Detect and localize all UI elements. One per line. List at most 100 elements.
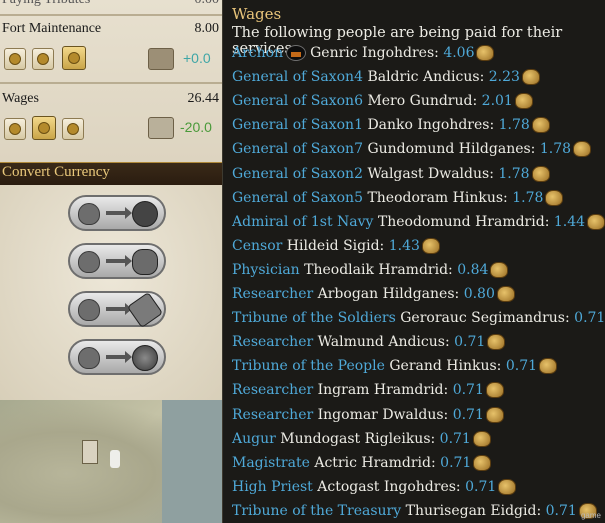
- entry-role[interactable]: Tribune of the People: [232, 355, 385, 377]
- entry-role[interactable]: Researcher: [232, 283, 313, 305]
- entry-role[interactable]: Researcher: [232, 331, 313, 353]
- entry-role[interactable]: General of Saxon2: [232, 163, 363, 185]
- entry-wage-amount: 0.71: [452, 382, 484, 399]
- convert-currency-panel: [0, 185, 222, 400]
- entry-character-name[interactable]: Theodoram Hinkus:: [367, 187, 507, 209]
- entry-wage-amount: 1.43: [388, 237, 420, 254]
- entry-role[interactable]: Researcher: [232, 404, 313, 426]
- convert-to-oratory-button[interactable]: [68, 291, 166, 329]
- laurel-wreath-icon: [132, 249, 158, 275]
- wage-entry: Researcher Arbogan Hildganes: 0.80: [232, 283, 515, 305]
- fort-high-funding-button[interactable]: [62, 46, 86, 70]
- entry-role[interactable]: Tribune of the Treasury: [232, 500, 401, 522]
- entry-character-name[interactable]: Gundomund Hildganes:: [367, 138, 535, 160]
- entry-character-name[interactable]: Thurisegan Eidgid:: [406, 500, 542, 522]
- arrow-right-icon: [106, 303, 132, 315]
- entry-character-name[interactable]: Actric Hramdrid:: [314, 452, 435, 474]
- wages-medium-button[interactable]: [32, 116, 56, 140]
- gold-coins-icon: [490, 261, 509, 278]
- entry-character-name[interactable]: Theodlaik Hramdrid:: [304, 259, 453, 281]
- entry-role[interactable]: Augur: [232, 428, 276, 450]
- gold-coins-icon: [472, 430, 491, 447]
- economy-panel: Paying Tributes 0.00 Fort Maintenance 8.…: [0, 0, 222, 162]
- entry-role[interactable]: Archon: [232, 42, 283, 64]
- entry-wage-amount: 0.71: [505, 358, 538, 375]
- entry-wage-amount: 0.80: [463, 286, 495, 302]
- entry-role[interactable]: General of Saxon4: [232, 66, 363, 88]
- wage-entry: Researcher Ingram Hramdrid: 0.71: [232, 379, 504, 401]
- entry-character-name[interactable]: Walmund Andicus:: [318, 331, 450, 353]
- wage-entry: Tribune of the Soldiers Gerorauc Segiman…: [232, 307, 605, 329]
- entry-wage-amount: 1.78: [539, 141, 572, 158]
- entry-wage-amount: 0.71: [439, 430, 471, 447]
- wage-entry: Researcher Walmund Andicus: 0.71: [232, 331, 506, 353]
- wages-high-button[interactable]: [62, 118, 84, 140]
- entry-role[interactable]: General of Saxon6: [232, 90, 363, 112]
- wage-entry: Researcher Ingomar Dwaldus: 0.71: [232, 404, 504, 426]
- character-trait-icon: [286, 45, 307, 61]
- money-bag-icon: [78, 347, 100, 369]
- convert-currency-title: Convert Currency: [2, 164, 110, 180]
- entry-wage-amount: 0.71: [454, 334, 486, 351]
- arrow-right-icon: [106, 207, 132, 219]
- entry-role[interactable]: Researcher: [232, 379, 313, 401]
- entry-wage-amount: 0.71: [465, 478, 497, 495]
- convert-to-civic-button[interactable]: [68, 243, 166, 279]
- entry-character-name[interactable]: Ingram Hramdrid:: [318, 379, 449, 401]
- fort-maintenance-label: Fort Maintenance: [2, 21, 102, 36]
- gold-coins-icon: [521, 69, 540, 86]
- entry-character-name[interactable]: Mero Gundrud:: [367, 90, 477, 112]
- entry-role[interactable]: Tribune of the Soldiers: [232, 307, 396, 329]
- convert-to-religious-button[interactable]: [68, 339, 166, 375]
- entry-character-name[interactable]: Arbogan Hildganes:: [318, 283, 460, 305]
- entry-wage-amount: 0.71: [545, 502, 577, 519]
- entry-role[interactable]: General of Saxon7: [232, 138, 363, 160]
- entry-wage-amount: 0.84: [457, 261, 489, 278]
- entry-character-name[interactable]: Theodomund Hramdrid:: [378, 211, 550, 233]
- entry-role[interactable]: Censor: [232, 235, 282, 257]
- entry-character-name[interactable]: Gerand Hinkus:: [389, 355, 501, 377]
- coin-icon: [9, 53, 21, 65]
- entry-character-name[interactable]: Walgast Dwaldus:: [367, 163, 493, 185]
- entry-character-name[interactable]: Baldric Andicus:: [367, 66, 484, 88]
- entry-character-name[interactable]: Gerorauc Segimandrus:: [400, 307, 569, 329]
- entry-role[interactable]: General of Saxon1: [232, 114, 363, 136]
- wage-entry: Physician Theodlaik Hramdrid: 0.84: [232, 259, 509, 281]
- entry-character-name[interactable]: Mundogast Rigleikus:: [280, 428, 435, 450]
- convert-to-military-button[interactable]: [68, 195, 166, 231]
- wages-value: 26.44: [187, 91, 220, 106]
- military-helmet-icon: [132, 201, 158, 227]
- wage-entry: Archon Genric Ingohdres: 4.06: [232, 42, 495, 64]
- gold-coins-icon: [473, 454, 492, 471]
- entry-role[interactable]: General of Saxon5: [232, 187, 363, 209]
- fort-medium-funding-button[interactable]: [32, 48, 54, 70]
- entry-character-name[interactable]: Actogast Ingohdres:: [317, 476, 460, 498]
- city-building-icon[interactable]: [82, 440, 98, 464]
- coins-stack-icon: [67, 123, 79, 135]
- fort-low-funding-button[interactable]: [4, 48, 26, 70]
- wage-entry: High Priest Actogast Ingohdres: 0.71: [232, 476, 517, 498]
- entry-character-name[interactable]: Genric Ingohdres:: [310, 42, 439, 64]
- entry-wage-amount: 4.06: [443, 45, 475, 61]
- wage-entry: General of Saxon4 Baldric Andicus: 2.23: [232, 66, 540, 88]
- divider: [0, 82, 222, 84]
- entry-wage-amount: 1.78: [498, 165, 530, 182]
- entry-role[interactable]: High Priest: [232, 476, 313, 498]
- fort-tower-icon[interactable]: [110, 450, 120, 468]
- wage-entry: Admiral of 1st Navy Theodomund Hramdrid:…: [232, 211, 605, 233]
- entry-character-name[interactable]: Hildeid Sigid:: [287, 235, 385, 257]
- coins-icon: [37, 53, 49, 65]
- map-view[interactable]: [0, 400, 222, 523]
- entry-role[interactable]: Physician: [232, 259, 300, 281]
- gold-coins-icon: [476, 45, 495, 61]
- paying-tributes-label: Paying Tributes: [2, 0, 90, 8]
- entry-character-name[interactable]: Ingomar Dwaldus:: [318, 404, 449, 426]
- watermark: game: [580, 511, 601, 520]
- entry-character-name[interactable]: Danko Ingohdres:: [367, 114, 494, 136]
- gold-coins-icon: [421, 237, 440, 254]
- coins-icon: [38, 122, 50, 134]
- entry-role[interactable]: Admiral of 1st Navy: [232, 211, 373, 233]
- gold-coins-icon: [573, 141, 592, 158]
- wages-low-button[interactable]: [4, 118, 26, 140]
- entry-role[interactable]: Magistrate: [232, 452, 310, 474]
